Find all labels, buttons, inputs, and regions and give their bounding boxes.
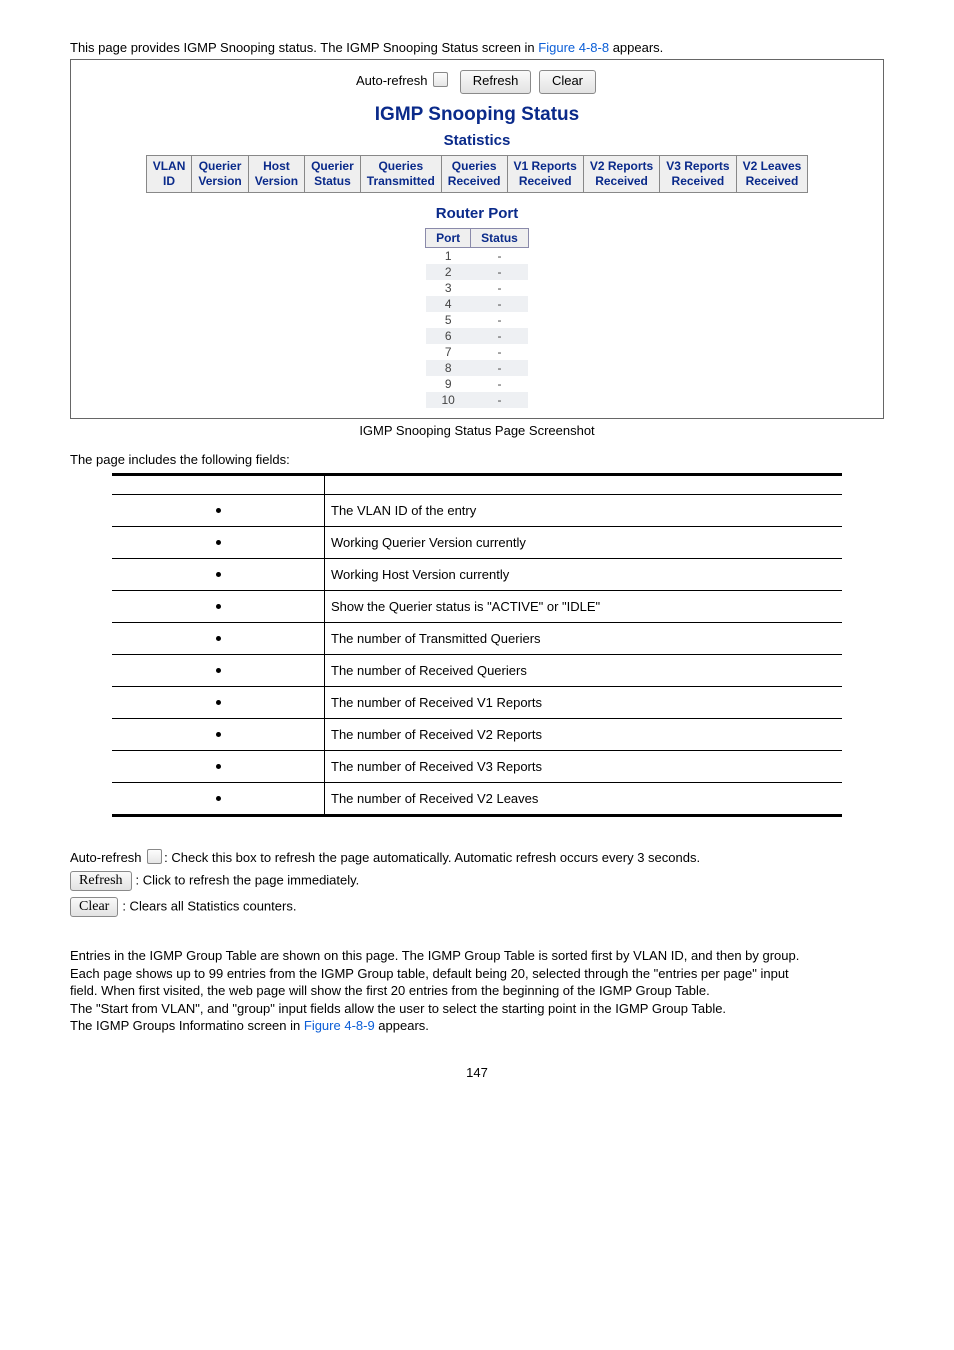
field-desc: The number of Received V2 Leaves [325,783,843,816]
screenshot-panel: Auto-refresh Refresh Clear IGMP Snooping… [70,59,884,419]
panel-subtitle-router: Router Port [71,205,883,222]
table-row: 1- [426,248,529,265]
intro-text: This page provides IGMP Snooping status.… [70,40,884,55]
groups-line: Each page shows up to 99 entries from th… [70,965,884,983]
table-row: 6- [426,328,529,344]
clear-button-inline: Clear [70,897,118,917]
col-v3-reports: V3 ReportsReceived [660,156,736,193]
table-row: The number of Received V1 Reports [112,687,842,719]
field-desc: The number of Received V1 Reports [325,687,843,719]
groups-line: The "Start from VLAN", and "group" input… [70,1000,884,1018]
col-queries-received: QueriesReceived [441,156,507,193]
col-querier-version: QuerierVersion [192,156,248,193]
table-row: 9- [426,376,529,392]
figure-link-4-8-9[interactable]: Figure 4-8-9 [304,1018,375,1033]
groups-l5-suffix: appears. [375,1018,429,1033]
table-row: The number of Transmitted Queriers [112,623,842,655]
table-row: 10- [426,392,529,408]
bullet-icon [216,572,221,577]
bullet-icon [216,732,221,737]
table-row: The number of Received V3 Reports [112,751,842,783]
col-v2-leaves: V2 LeavesReceived [736,156,808,193]
col-queries-transmitted: QueriesTransmitted [360,156,441,193]
groups-line: field. When first visited, the web page … [70,982,884,1000]
auto-refresh-suffix: : Check this box to refresh the page aut… [164,850,700,865]
clear-note: Clear : Clears all Statistics counters. [70,897,884,917]
clear-button[interactable]: Clear [539,70,596,94]
table-row: 8- [426,360,529,376]
field-desc: The number of Transmitted Queriers [325,623,843,655]
fields-intro: The page includes the following fields: [70,452,884,467]
bullet-icon [216,636,221,641]
table-row: The number of Received Queriers [112,655,842,687]
field-desc: Show the Querier status is "ACTIVE" or "… [325,591,843,623]
table-row: Working Querier Version currently [112,527,842,559]
refresh-suffix: : Click to refresh the page immediately. [136,872,360,887]
table-row: Working Host Version currently [112,559,842,591]
table-row: 4- [426,296,529,312]
bullet-icon [216,668,221,673]
refresh-note: Refresh : Click to refresh the page immed… [70,871,884,891]
groups-paragraph: Entries in the IGMP Group Table are show… [70,947,884,1035]
col-querier-status: QuerierStatus [305,156,361,193]
checkbox-icon [147,849,162,864]
auto-refresh-note: Auto-refresh : Check this box to refresh… [70,849,884,865]
page-number: 147 [70,1065,884,1080]
bullet-icon [216,604,221,609]
table-row: Show the Querier status is "ACTIVE" or "… [112,591,842,623]
statistics-table: VLANID QuerierVersion HostVersion Querie… [146,155,809,193]
clear-suffix: : Clears all Statistics counters. [122,898,296,913]
auto-refresh-label: Auto-refresh [356,73,428,88]
field-desc: Working Querier Version currently [325,527,843,559]
col-vlan-id: VLANID [146,156,192,193]
intro-suffix: appears. [609,40,663,55]
refresh-button-inline: Refresh [70,871,132,891]
refresh-button[interactable]: Refresh [460,70,532,94]
field-desc: Working Host Version currently [325,559,843,591]
panel-subtitle-statistics: Statistics [71,132,883,149]
table-row: 7- [426,344,529,360]
bullet-icon [216,700,221,705]
intro-prefix: This page provides IGMP Snooping status.… [70,40,538,55]
col-v1-reports: V1 ReportsReceived [507,156,583,193]
top-controls: Auto-refresh Refresh Clear [71,70,883,94]
col-v2-reports: V2 ReportsReceived [583,156,659,193]
field-desc: The number of Received V3 Reports [325,751,843,783]
fields-table: The VLAN ID of the entry Working Querier… [112,473,842,817]
bullet-icon [216,540,221,545]
auto-refresh-prefix: Auto-refresh [70,850,145,865]
router-col-port: Port [426,229,471,248]
col-host-version: HostVersion [248,156,304,193]
table-row: The number of Received V2 Leaves [112,783,842,816]
screenshot-caption: IGMP Snooping Status Page Screenshot [70,423,884,438]
figure-link-4-8-8[interactable]: Figure 4-8-8 [538,40,609,55]
panel-title: IGMP Snooping Status [71,104,883,126]
bullet-icon [216,764,221,769]
table-row: The number of Received V2 Reports [112,719,842,751]
auto-refresh-checkbox[interactable] [433,72,448,87]
field-desc: The number of Received Queriers [325,655,843,687]
groups-line: Entries in the IGMP Group Table are show… [70,947,884,965]
table-row: 2- [426,264,529,280]
groups-l5-prefix: The IGMP Groups Informatino screen in [70,1018,304,1033]
bullet-icon [216,796,221,801]
router-col-status: Status [471,229,529,248]
field-desc: The VLAN ID of the entry [325,495,843,527]
field-desc: The number of Received V2 Reports [325,719,843,751]
bullet-icon [216,508,221,513]
router-port-table: Port Status 1- 2- 3- 4- 5- 6- 7- 8- 9- 1… [425,228,529,408]
table-row: 3- [426,280,529,296]
groups-line: The IGMP Groups Informatino screen in Fi… [70,1017,884,1035]
table-row: 5- [426,312,529,328]
table-row: The VLAN ID of the entry [112,495,842,527]
